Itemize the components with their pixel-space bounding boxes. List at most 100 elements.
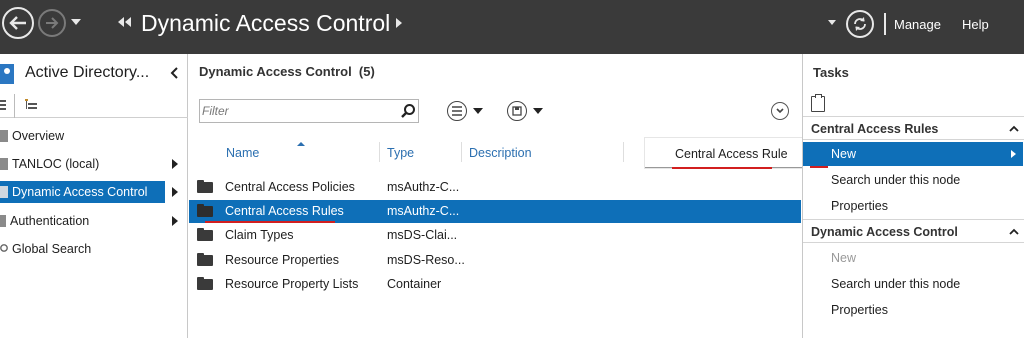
table-row-selected[interactable]: Central Access Rules msAuthz-C... [189,200,801,223]
view-options-dropdown-icon [473,108,483,114]
authentication-icon [0,215,6,227]
nav-item-label: Authentication [10,214,90,228]
folder-icon [197,253,213,266]
history-dropdown-icon[interactable] [71,19,81,25]
table-row[interactable]: Claim Types msDS-Clai... [189,224,801,247]
filter-input[interactable] [202,102,390,120]
table-row[interactable]: Central Access Policies msAuthz-C... [189,176,801,199]
nav-item-authentication[interactable]: Authentication [0,210,165,232]
breadcrumb-next-icon[interactable] [396,18,402,28]
task-label: Search under this node [831,277,961,291]
column-divider[interactable] [379,142,380,162]
tree-view-tab[interactable] [14,94,188,118]
folder-icon [197,228,213,241]
expand-tanloc-icon[interactable] [172,159,178,169]
task-label: New [831,147,857,161]
view-options-button[interactable] [447,101,483,121]
task-properties[interactable]: Properties [803,194,1023,218]
tasks-section-dynamic-access-control[interactable]: Dynamic Access Control [803,219,1024,243]
clipboard-icon[interactable] [811,94,825,112]
nav-item-tanloc[interactable]: TANLOC (local) [0,153,165,175]
expand-dynamic-access-control-icon[interactable] [172,187,178,197]
expand-filter-button[interactable] [771,102,789,120]
row-type: msAuthz-C... [387,180,460,194]
new-submenu: Central Access Rule [645,138,807,168]
nav-item-label: TANLOC (local) [12,157,100,171]
table-row[interactable]: Resource Properties msDS-Reso... [189,249,801,272]
tasks-pane: Tasks Central Access Rules New Search un… [802,54,1024,338]
task-label: New [831,251,857,265]
save-query-dropdown-icon [533,108,543,114]
folder-icon [197,180,213,193]
submenu-item-central-access-rule[interactable]: Central Access Rule [675,147,788,161]
row-type: msAuthz-C... [387,204,460,218]
task-new[interactable]: New [803,142,1023,166]
column-divider[interactable] [623,142,624,162]
filter-box [199,99,419,123]
column-header-name[interactable]: Name [226,146,259,168]
annotation-underline [205,221,335,223]
column-header-description[interactable]: Description [469,146,532,168]
search-icon[interactable] [400,103,416,119]
chevron-up-icon[interactable] [1009,228,1019,235]
forward-button[interactable] [38,9,66,37]
list-view-icon[interactable] [0,100,6,110]
column-divider[interactable] [461,142,462,162]
row-type: msDS-Clai... [387,228,458,242]
breadcrumb-overflow-icon[interactable] [118,17,132,27]
task-search-under-node[interactable]: Search under this node [803,272,1023,296]
save-query-button[interactable] [507,101,543,121]
manage-menu[interactable]: Manage [894,17,941,32]
chevron-up-icon[interactable] [1009,125,1019,132]
collapse-pane-icon[interactable] [170,67,178,79]
task-label: Properties [831,303,888,317]
task-new-disabled: New [803,246,1023,270]
row-name: Central Access Policies [225,180,355,194]
navigation-title: Active Directory... [25,64,150,81]
column-header-type[interactable]: Type [387,146,414,168]
row-type: msDS-Reso... [387,253,465,267]
content-pane: Dynamic Access Control (5) Name Type Des… [189,54,801,338]
navigation-pane: Active Directory... Overview TANLOC (loc… [0,54,188,338]
active-directory-icon [0,64,14,84]
submenu-arrow-icon [1011,150,1016,158]
refresh-button[interactable] [846,10,874,38]
chevron-down-icon [776,108,784,114]
row-name: Claim Types [225,228,294,242]
save-icon [507,101,527,121]
back-button[interactable] [2,7,34,39]
task-search-under-node[interactable]: Search under this node [803,168,1023,192]
title-bar: Dynamic Access Control Manage Help [0,0,1024,54]
table-row[interactable]: Resource Property Lists Container [189,273,801,296]
tasks-title: Tasks [813,65,849,80]
expand-authentication-icon[interactable] [172,216,178,226]
global-search-icon [0,244,8,252]
help-menu[interactable]: Help [962,17,989,32]
task-properties[interactable]: Properties [803,298,1023,322]
nav-item-overview[interactable]: Overview [0,125,165,147]
tasks-section-central-access-rules[interactable]: Central Access Rules [803,116,1024,140]
row-name: Central Access Rules [225,204,344,218]
row-name: Resource Property Lists [225,277,359,291]
row-type: Container [387,277,442,291]
dynamic-access-control-icon [0,186,8,198]
view-toggle-row [0,94,188,118]
section-title: Dynamic Access Control [811,225,958,239]
content-title: Dynamic Access Control (5) [199,64,375,79]
folder-icon [197,204,213,217]
overview-icon [0,130,8,142]
folder-icon [197,277,213,290]
refresh-icon [854,17,866,31]
task-label: Properties [831,199,888,213]
sort-ascending-icon [297,142,305,146]
tree-view-icon [25,99,37,109]
nav-item-dynamic-access-control[interactable]: Dynamic Access Control [0,181,165,203]
back-arrow-icon [9,16,26,30]
row-name: Resource Properties [225,253,339,267]
nav-item-global-search[interactable]: Global Search [0,238,165,260]
breadcrumb-title[interactable]: Dynamic Access Control [141,10,390,37]
annotation-underline [672,167,772,169]
list-options-icon [447,101,467,121]
task-label: Search under this node [831,173,961,187]
refresh-dropdown-icon[interactable] [828,20,836,25]
